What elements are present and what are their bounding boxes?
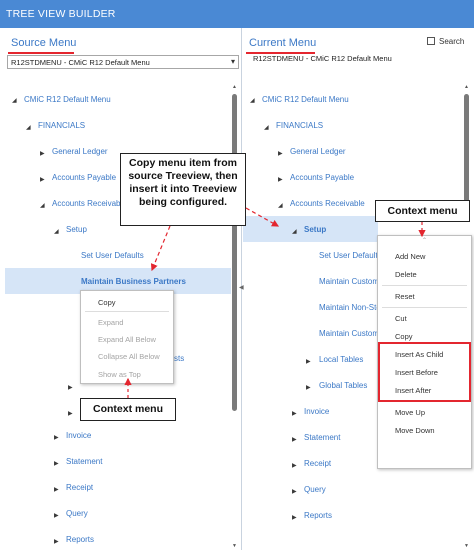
arrow-to-source-node: [150, 225, 171, 272]
annotation-arrows: [124, 207, 426, 398]
arrow-to-current-setup: [245, 207, 280, 227]
